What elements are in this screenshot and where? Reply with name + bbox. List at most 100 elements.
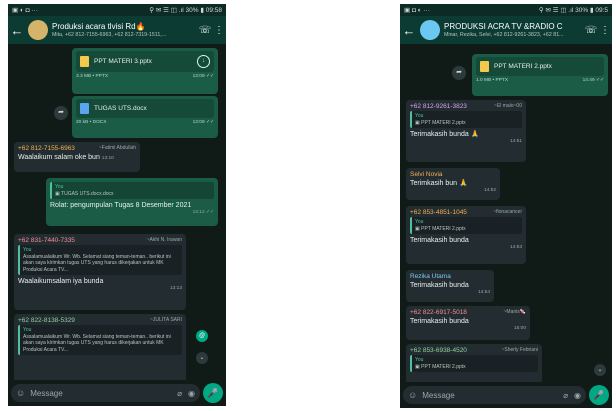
- message-text: Rolat: pengumpulan Tugas 8 Desember 2021: [50, 202, 192, 209]
- message-input[interactable]: ☺ Message ⌀ ◉: [11, 384, 200, 402]
- document-card[interactable]: TUGAS UTS.docx: [76, 99, 214, 118]
- more-menu-icon[interactable]: ⋮: [212, 25, 226, 36]
- camera-icon[interactable]: ◉: [574, 391, 581, 400]
- group-avatar[interactable]: [28, 20, 48, 40]
- scroll-down-icon[interactable]: ⌄: [594, 364, 606, 376]
- sender-number[interactable]: +62 822-8138-5329: [18, 317, 75, 324]
- incoming-reply-message[interactable]: +62 812-9261-3823 ~El malo~00 You ▣ PPT …: [406, 100, 526, 162]
- forward-icon[interactable]: ➦: [452, 66, 466, 80]
- message-text: Terimakasih bunda: [410, 318, 469, 325]
- scroll-down-icon[interactable]: ⌄: [196, 352, 208, 364]
- phone-screenshot-right: ▣ ◘ ◐ ··· ⚲ ✉ ☰ ◫ .ıl 30% ▮ 09:5 ← PRODU…: [400, 4, 612, 408]
- quote-text: Assalamualaikum Wr. Wb. Selamat siang te…: [23, 253, 171, 273]
- document-message[interactable]: PPT MATERI 3.pptx ↓ 3.3 MB • PPTX 13:09 …: [72, 48, 218, 94]
- message-input-bar: ☺ Message ⌀ ◉ 🎤: [400, 382, 612, 408]
- sender-line: +62 822-6917-5018 ~Manis🍬: [410, 309, 526, 316]
- incoming-message[interactable]: +62 812-7155-6963 ~Fatimi Abdullah Waala…: [14, 142, 140, 172]
- chat-area[interactable]: ➦ PPT MATERI 2.pptx 1.0 MB • PPTX 14:49 …: [400, 44, 612, 382]
- sender-number[interactable]: +62 822-6917-5018: [410, 309, 467, 316]
- chat-title-area[interactable]: Produksi acara tlvisi Rd🔥 Mita, +62 812-…: [52, 22, 198, 38]
- emoji-icon[interactable]: ☺: [408, 390, 417, 400]
- status-right: ⚲ ✉ ☰ ◫ .ıl 30% ▮ 09:5: [538, 7, 608, 14]
- back-arrow-icon[interactable]: ←: [402, 23, 416, 38]
- quoted-message[interactable]: You Assalamualaikum Wr. Wb. Selamat sian…: [18, 245, 182, 275]
- mic-icon[interactable]: 🎤: [589, 385, 609, 405]
- incoming-reply-message[interactable]: +62 853-4851-1045 ~fionacancer You ▣ PPT…: [406, 206, 526, 264]
- document-meta: 1.0 MB • PPTX 14:49 ✓✓: [476, 78, 604, 83]
- message-text: Terimkasih bun 🙏: [410, 180, 468, 187]
- sender-number[interactable]: +62 853-4851-1045: [410, 209, 467, 216]
- document-message[interactable]: TUGAS UTS.docx 20 kB • DOCX 13:09 ✓✓: [72, 96, 218, 138]
- quoted-message[interactable]: You Assalamualaikum Wr. Wb. Selamat sian…: [18, 325, 182, 355]
- document-meta: 3.3 MB • PPTX 13:09 ✓✓: [76, 74, 214, 79]
- group-members: Minar, Rezika, Selvi, +62 812-9261-3823,…: [444, 32, 564, 38]
- group-title: Produksi acara tlvisi Rd🔥: [52, 22, 146, 31]
- mic-icon[interactable]: 🎤: [203, 383, 223, 403]
- message-time: 14:54: [477, 290, 490, 295]
- status-left: ▣ ◐ ◘ ···: [12, 7, 38, 14]
- attach-icon[interactable]: ⌀: [563, 391, 568, 400]
- message-time: 13:13: [169, 286, 182, 291]
- phone-screenshot-left: ▣ ◐ ◘ ··· ⚲ ✉ ☰ ◫ .ıl 30% ▮ 09:58 ← Prod…: [8, 4, 226, 406]
- group-members: Mita, +62 812-7155-6963, +62 812-7319-15…: [52, 32, 167, 38]
- quoted-message[interactable]: You ▣ PPT MATERI 2.pptx: [410, 217, 522, 234]
- incoming-reply-message[interactable]: +62 853-6938-4520 ~Sherly Febriani You ▣…: [406, 344, 542, 382]
- sender-name[interactable]: Selvi Novia: [410, 171, 443, 178]
- attach-icon[interactable]: ⌀: [177, 389, 182, 398]
- quoted-message[interactable]: You ▣ PPT MATERI 2.pptx: [410, 355, 538, 372]
- back-arrow-icon[interactable]: ←: [10, 23, 24, 38]
- sender-line: +62 812-7155-6963 ~Fatimi Abdullah: [18, 145, 136, 152]
- emoji-icon[interactable]: ☺: [16, 388, 25, 398]
- quote-text: ▣ PPT MATERI 2.pptx: [415, 363, 466, 370]
- camera-icon[interactable]: ◉: [188, 389, 195, 398]
- quote-text: ▣ PPT MATERI 2.pptx: [415, 225, 466, 232]
- document-card[interactable]: PPT MATERI 2.pptx: [476, 57, 604, 76]
- message-time: 15:00: [513, 326, 526, 331]
- document-meta: 20 kB • DOCX 13:09 ✓✓: [76, 120, 214, 125]
- incoming-reply-message[interactable]: +62 831-7440-7335 ~Akhi N. Irawan You As…: [14, 234, 186, 310]
- sender-number[interactable]: +62 812-9261-3823: [410, 103, 467, 110]
- message-text: Terimakasih bunda 🙏: [410, 131, 480, 138]
- document-name: PPT MATERI 2.pptx: [494, 63, 552, 70]
- sender-number[interactable]: +62 812-7155-6963: [18, 145, 75, 152]
- pptx-file-icon: [480, 61, 489, 72]
- sender-line: +62 831-7440-7335 ~Akhi N. Irawan: [18, 237, 182, 244]
- document-card[interactable]: PPT MATERI 3.pptx ↓: [76, 51, 214, 72]
- message-time: 14:51: [509, 139, 522, 144]
- message-time: 14:52: [483, 188, 496, 193]
- group-avatar[interactable]: [420, 20, 440, 40]
- message-input[interactable]: ☺ Message ⌀ ◉: [403, 386, 586, 404]
- more-menu-icon[interactable]: ⋮: [598, 25, 612, 36]
- sender-line: +62 853-6938-4520 ~Sherly Febriani: [410, 347, 538, 354]
- incoming-message[interactable]: Rezika Utama Terimakasih bunda 14:54: [406, 270, 494, 302]
- message-text: Waalaikum salam oke bun 13:10: [18, 154, 114, 161]
- quoted-message[interactable]: You ▣ PPT MATERI 2.pptx: [410, 111, 522, 128]
- sender-number[interactable]: +62 831-7440-7335: [18, 237, 75, 244]
- sender-name: ~El malo~00: [493, 103, 522, 109]
- chat-title-area[interactable]: PRODUKSI ACRA TV &RADIO C Minar, Rezika,…: [444, 22, 584, 38]
- quoted-message[interactable]: You ▣ TUGAS UTS.docx.docx: [50, 182, 214, 199]
- quote-text: ▣ TUGAS UTS.docx.docx: [55, 190, 114, 197]
- incoming-message[interactable]: +62 822-6917-5018 ~Manis🍬 Terimakasih bu…: [406, 306, 530, 340]
- message-placeholder: Message: [422, 390, 455, 400]
- status-right: ⚲ ✉ ☰ ◫ .ıl 30% ▮ 09:58: [149, 7, 222, 14]
- sender-number[interactable]: +62 853-6938-4520: [410, 347, 467, 354]
- incoming-reply-message[interactable]: +62 822-8138-5329 ~JULITA SARI You Assal…: [14, 314, 186, 380]
- chat-area[interactable]: PPT MATERI 3.pptx ↓ 3.3 MB • PPTX 13:09 …: [8, 44, 226, 380]
- outgoing-reply-message[interactable]: You ▣ TUGAS UTS.docx.docx Rolat: pengump…: [46, 178, 218, 226]
- sender-name: ~Manis🍬: [503, 309, 526, 315]
- mention-badge[interactable]: @: [196, 330, 208, 342]
- call-add-icon[interactable]: ☏: [198, 25, 212, 36]
- message-text: Waalaikumsalam iya bunda: [18, 278, 104, 285]
- forward-icon[interactable]: ➦: [54, 106, 68, 120]
- incoming-message[interactable]: Selvi Novia Terimkasih bun 🙏 14:52: [406, 168, 500, 200]
- sender-line: +62 822-8138-5329 ~JULITA SARI: [18, 317, 182, 324]
- download-icon[interactable]: ↓: [197, 55, 210, 68]
- sender-name: ~Akhi N. Irawan: [146, 237, 182, 243]
- call-add-icon[interactable]: ☏: [584, 25, 598, 36]
- sender-name[interactable]: Rezika Utama: [410, 273, 451, 280]
- quote-text: ▣ PPT MATERI 2.pptx: [415, 119, 466, 126]
- group-title: PRODUKSI ACRA TV &RADIO C: [444, 22, 563, 31]
- message-input-bar: ☺ Message ⌀ ◉ 🎤: [8, 380, 226, 406]
- document-message[interactable]: PPT MATERI 2.pptx 1.0 MB • PPTX 14:49 ✓✓: [472, 54, 608, 96]
